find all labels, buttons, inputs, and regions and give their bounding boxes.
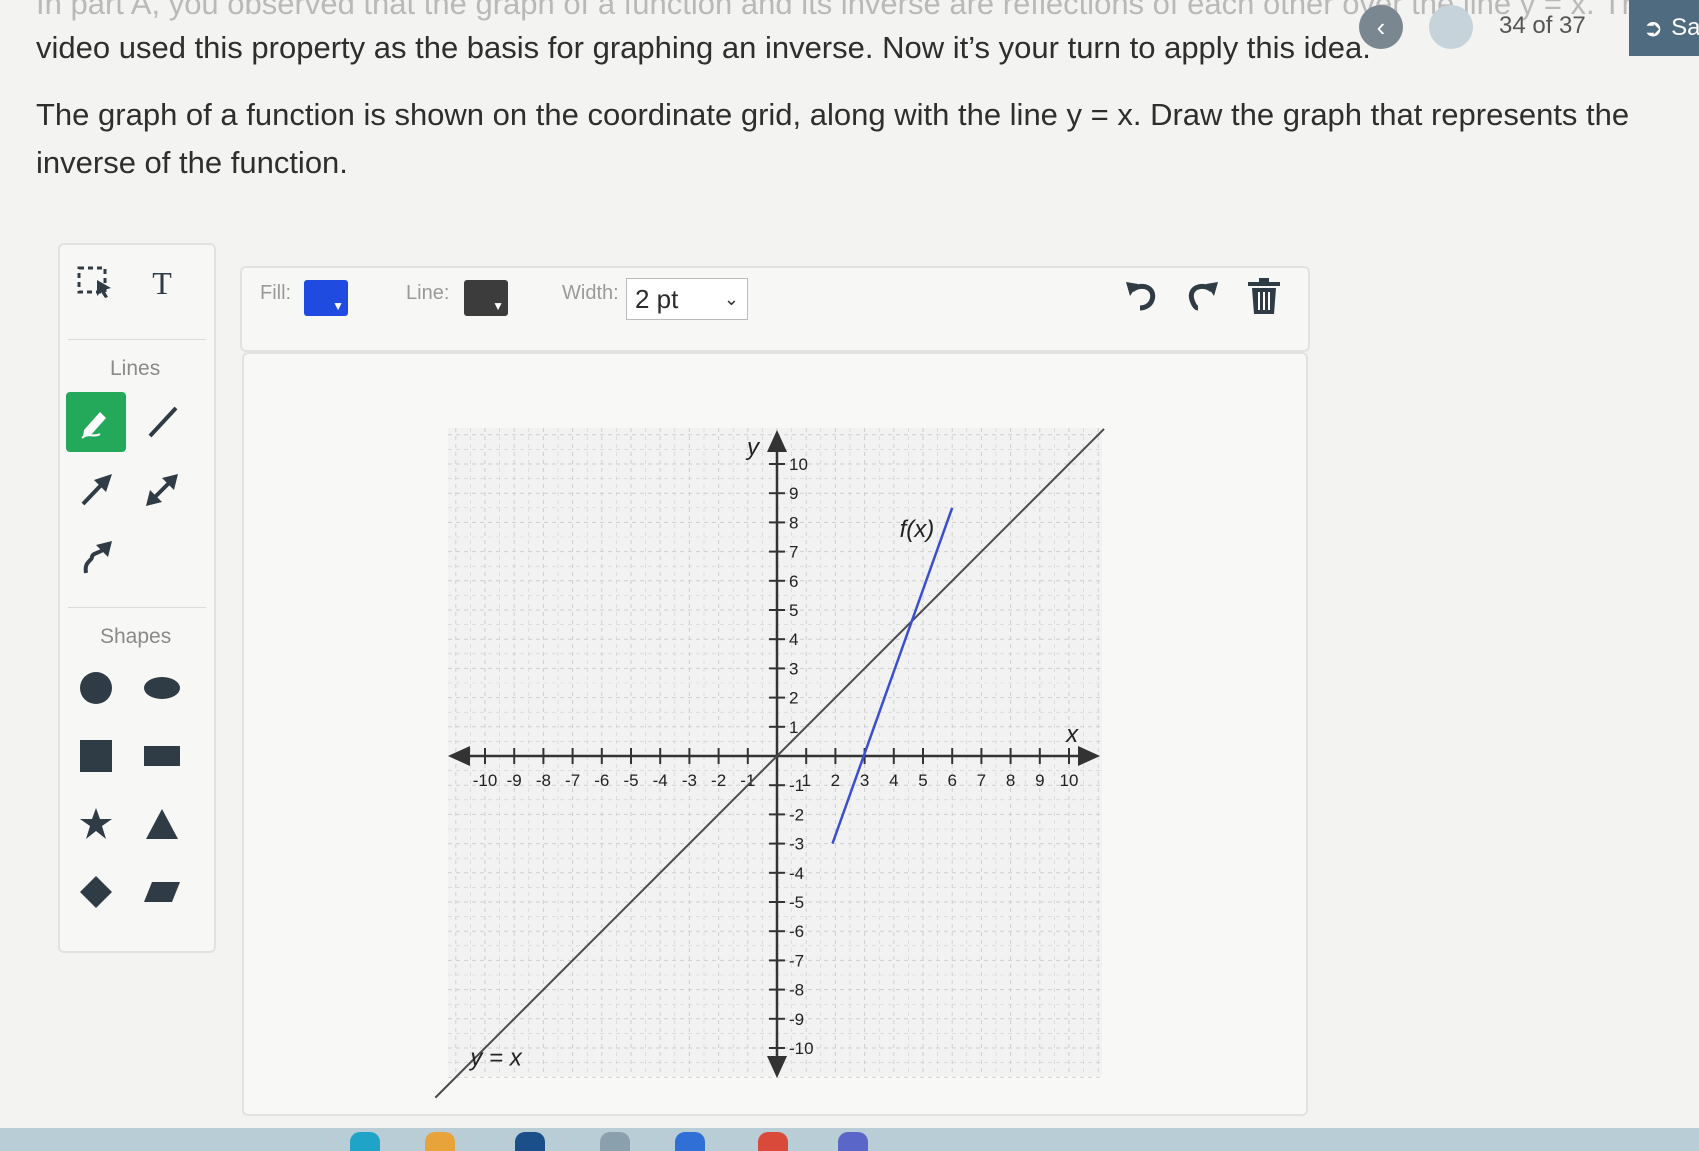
x-tick-label: -4 <box>653 771 668 790</box>
app-icon[interactable] <box>515 1132 545 1151</box>
y-tick-label: -5 <box>789 893 804 912</box>
y-tick-label: 7 <box>789 543 798 562</box>
app-icon[interactable] <box>675 1132 705 1151</box>
x-tick-label: 7 <box>977 771 986 790</box>
x-tick-label: -3 <box>682 771 697 790</box>
y-tick-label: 3 <box>789 659 798 678</box>
folder-icon[interactable] <box>425 1132 455 1151</box>
x-tick-label: -7 <box>565 771 580 790</box>
y-axis-label: y <box>745 434 761 461</box>
x-tick-label: 9 <box>1035 771 1044 790</box>
y-equals-x-label: y = x <box>468 1045 522 1072</box>
y-tick-label: -2 <box>789 805 804 824</box>
y-tick-label: 4 <box>789 630 798 649</box>
x-tick-label: -8 <box>536 771 551 790</box>
x-tick-label: -10 <box>473 771 498 790</box>
x-tick-label: 2 <box>831 771 840 790</box>
y-tick-label: 9 <box>789 484 798 503</box>
app-icon[interactable] <box>350 1132 380 1151</box>
y-tick-label: -6 <box>789 922 804 941</box>
chrome-icon[interactable] <box>758 1132 788 1151</box>
x-tick-label: -2 <box>711 771 726 790</box>
app-icon[interactable] <box>838 1132 868 1151</box>
y-tick-label: -7 <box>789 951 804 970</box>
y-tick-label: 2 <box>789 689 798 708</box>
y-tick-label: 1 <box>789 718 798 737</box>
y-tick-label: -4 <box>789 864 804 883</box>
grid-background <box>448 428 1102 1076</box>
y-tick-label: -1 <box>789 776 804 795</box>
x-tick-label: 3 <box>860 771 869 790</box>
y-tick-label: 6 <box>789 572 798 591</box>
x-tick-label: -5 <box>623 771 638 790</box>
y-tick-label: -8 <box>789 981 804 1000</box>
x-axis-label: x <box>1065 721 1079 748</box>
function-label: f(x) <box>900 516 935 543</box>
coordinate-graph[interactable]: -10 -9 -8 -7 -6 -5 -4 -3 -2 -1 1 2 3 4 5 6 7 8 9 10 10 9 8 7 6 5… <box>0 0 1699 1151</box>
y-tick-label: -10 <box>789 1039 814 1058</box>
x-tick-label: 10 <box>1060 771 1079 790</box>
y-tick-label: 5 <box>789 601 798 620</box>
x-tick-label: -6 <box>594 771 609 790</box>
x-tick-label: 8 <box>1006 771 1015 790</box>
y-tick-label: 8 <box>789 513 798 532</box>
x-tick-label: 4 <box>889 771 898 790</box>
x-tick-label: 5 <box>918 771 927 790</box>
y-tick-label: 10 <box>789 455 808 474</box>
y-tick-label: -9 <box>789 1010 804 1029</box>
taskbar <box>0 1128 1699 1151</box>
x-tick-label: 6 <box>947 771 956 790</box>
x-tick-label: -9 <box>507 771 522 790</box>
y-tick-label: -3 <box>789 835 804 854</box>
settings-icon[interactable] <box>600 1132 630 1151</box>
